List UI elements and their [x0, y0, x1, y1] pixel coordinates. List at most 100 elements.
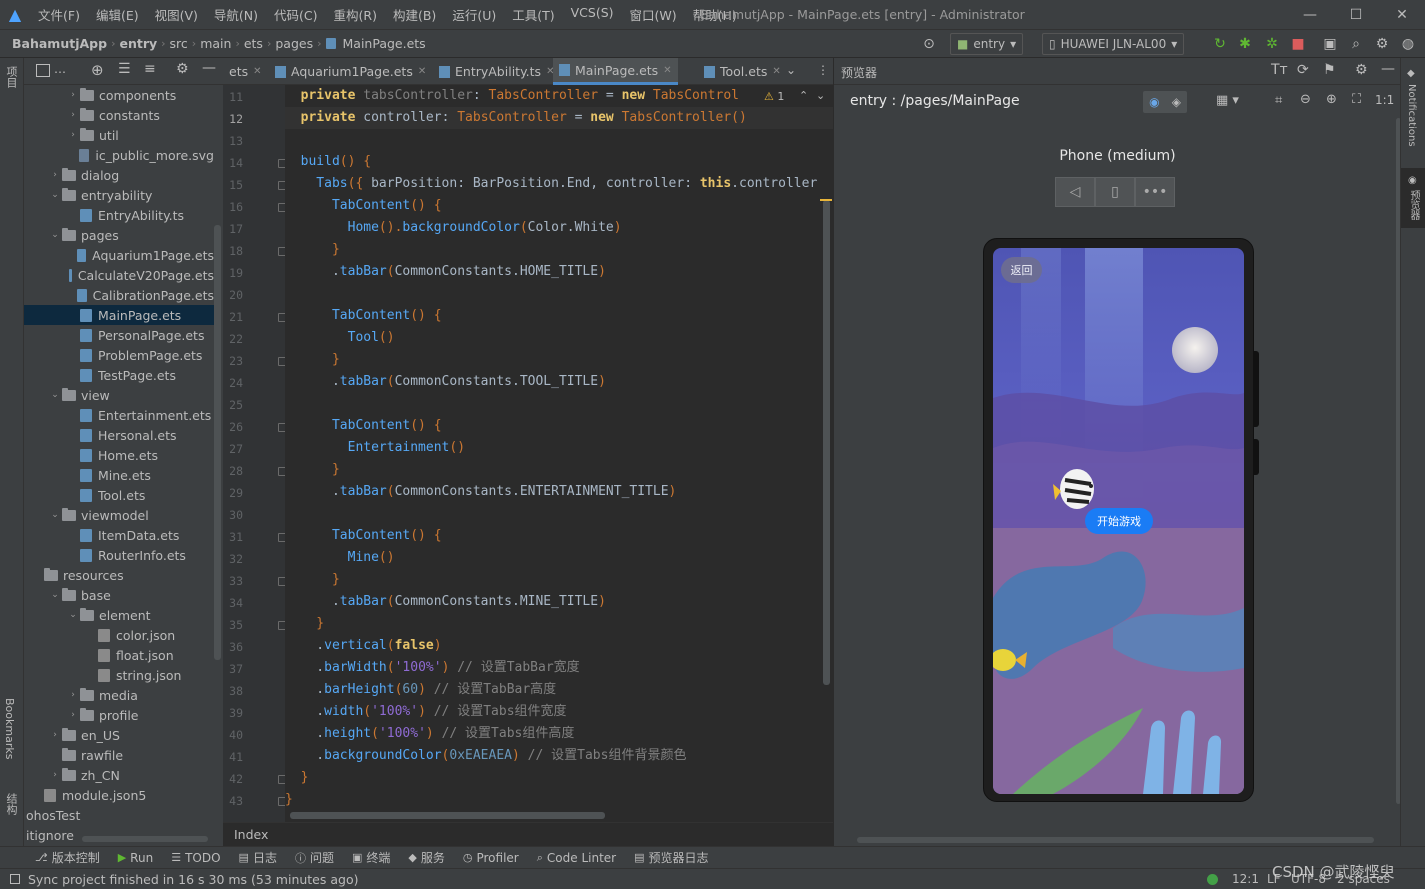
tree-item[interactable]: Mine.ets — [24, 465, 214, 485]
status-message[interactable]: Sync project finished in 16 s 30 ms (53 … — [28, 872, 358, 887]
search-icon[interactable]: ⌕ — [1347, 35, 1365, 53]
tree-item[interactable]: color.json — [24, 625, 214, 645]
debug-icon[interactable]: ✱ — [1236, 35, 1254, 53]
tree-item[interactable]: › profile — [24, 705, 214, 725]
tree-item[interactable]: resources — [24, 565, 214, 585]
menu-item[interactable]: 文件(F) — [30, 5, 88, 24]
breadcrumb-item[interactable]: entry — [115, 36, 161, 51]
tree-item[interactable]: Aquarium1Page.ets — [24, 245, 214, 265]
tab-options-icon[interactable]: ⋮ — [817, 63, 829, 77]
tree-item[interactable]: module.json5 — [24, 785, 214, 805]
tree-item[interactable]: EntryAbility.ts — [24, 205, 214, 225]
zoom-out-icon[interactable]: ⊖ — [1300, 92, 1311, 107]
crop-icon[interactable]: ⌗ — [1275, 93, 1282, 108]
expand-all-icon[interactable]: ☰ — [118, 61, 131, 77]
rotate-icon[interactable]: ▯ — [1095, 177, 1135, 207]
tree-item[interactable]: › media — [24, 685, 214, 705]
menu-item[interactable]: 窗口(W) — [622, 5, 685, 24]
menu-item[interactable]: 工具(T) — [504, 5, 562, 24]
tree-item[interactable]: ⌄ element — [24, 605, 214, 625]
menu-item[interactable]: 构建(B) — [385, 5, 444, 24]
tree-item[interactable]: › zh_CN — [24, 765, 214, 785]
tree-item[interactable]: ⌄ view — [24, 385, 214, 405]
back-triangle-icon[interactable]: ◁ — [1055, 177, 1095, 207]
warning-indicator[interactable]: ⚠ 1 — [764, 90, 784, 103]
tool-window-button[interactable]: ☰ TODO — [162, 851, 229, 865]
device-manager-icon[interactable]: ▣ — [1321, 35, 1339, 53]
breadcrumb-item[interactable]: src — [166, 36, 192, 51]
module-selector[interactable]: ■ entry ▾ — [950, 33, 1024, 55]
project-tool-tab[interactable]: 项目 — [3, 66, 19, 88]
tree-item[interactable]: ⌄ entryability — [24, 185, 214, 205]
more-options-icon[interactable]: ••• — [1135, 177, 1175, 207]
font-size-icon[interactable]: Tт — [1271, 62, 1288, 78]
breadcrumb-item[interactable]: pages — [271, 36, 317, 51]
layout-icon[interactable] — [10, 874, 20, 884]
breadcrumb-item[interactable]: main — [196, 36, 235, 51]
menu-item[interactable]: 编辑(E) — [88, 5, 147, 24]
fit-screen-icon[interactable]: ⛶ — [1352, 92, 1361, 107]
editor-scrollbar[interactable] — [823, 200, 830, 685]
breadcrumb-item[interactable]: MainPage.ets — [339, 36, 430, 51]
tree-item[interactable]: Tool.ets — [24, 485, 214, 505]
refresh-icon[interactable]: ⟳ — [1297, 62, 1309, 78]
menu-item[interactable]: 重构(R) — [326, 5, 385, 24]
previewer-tool-tab[interactable]: 预览器 — [1406, 190, 1421, 220]
tree-item[interactable]: MainPage.ets — [24, 305, 214, 325]
tree-item[interactable]: float.json — [24, 645, 214, 665]
start-game-button[interactable]: 开始游戏 — [1085, 508, 1153, 534]
actual-size-icon[interactable]: 1:1 — [1375, 93, 1394, 107]
tool-window-button[interactable]: ⌕ Code Linter — [528, 851, 625, 865]
editor-tab[interactable]: EntryAbility.ts ✕ — [433, 58, 560, 85]
locate-file-icon[interactable]: ⊕ — [91, 61, 104, 79]
project-view-icon[interactable] — [36, 64, 50, 77]
menu-item[interactable]: 运行(U) — [444, 5, 504, 24]
code-editor[interactable]: private tabsController: TabsController =… — [285, 85, 833, 822]
editor-tab[interactable]: ets ✕ — [223, 58, 268, 85]
editor-tab[interactable]: Aquarium1Page.ets ✕ — [269, 58, 432, 85]
tree-item[interactable]: › dialog — [24, 165, 214, 185]
tree-item[interactable]: ⌄ viewmodel — [24, 505, 214, 525]
close-window-button[interactable]: ✕ — [1379, 0, 1425, 30]
previewer-eye-icon[interactable]: ◉ — [1408, 175, 1417, 186]
editor-tab[interactable]: Tool.ets ✕ — [698, 58, 787, 85]
notifications-tool-tab[interactable]: Notifications — [1406, 84, 1417, 147]
tool-window-button[interactable]: ◆ 服务 — [399, 849, 453, 866]
minimize-button[interactable]: — — [1287, 0, 1333, 30]
menu-item[interactable]: 视图(V) — [147, 5, 206, 24]
close-tab-icon[interactable]: ✕ — [253, 66, 261, 77]
target-icon[interactable]: ⊙ — [920, 35, 938, 53]
editor-hscrollbar[interactable] — [290, 812, 605, 819]
tree-item[interactable]: ⌄ base — [24, 585, 214, 605]
tree-item[interactable]: › constants — [24, 105, 214, 125]
tool-window-button[interactable]: ⎇ 版本控制 — [26, 849, 109, 866]
tool-window-button[interactable]: ⓘ 问题 — [286, 849, 343, 866]
tree-item[interactable]: CalibrationPage.ets — [24, 285, 214, 305]
tree-item[interactable]: ic_public_more.svg — [24, 145, 214, 165]
structure-tool-tab[interactable]: 结构 — [3, 793, 19, 815]
tree-item[interactable]: › components — [24, 85, 214, 105]
more-icon[interactable]: … — [54, 62, 66, 76]
bookmarks-tool-tab[interactable]: Bookmarks — [3, 698, 16, 759]
notifications-bell-icon[interactable]: ◆ — [1407, 68, 1415, 79]
tree-item[interactable]: PersonalPage.ets — [24, 325, 214, 345]
next-warning-icon[interactable]: ⌄ — [816, 89, 825, 102]
tree-item[interactable]: TestPage.ets — [24, 365, 214, 385]
tool-window-button[interactable]: ▣ 终端 — [343, 849, 399, 866]
tree-item[interactable]: itignore — [24, 825, 214, 845]
project-hscrollbar[interactable] — [82, 836, 208, 842]
caret-position[interactable]: 12:1 — [1232, 872, 1259, 886]
panel-settings-icon[interactable]: ⚙ — [176, 61, 189, 77]
breadcrumb-item[interactable]: BahamutjApp — [8, 36, 111, 51]
tree-item[interactable]: rawfile — [24, 745, 214, 765]
tool-window-button[interactable]: ▤ 日志 — [230, 849, 286, 866]
tree-item[interactable]: RouterInfo.ets — [24, 545, 214, 565]
rerun-icon[interactable]: ↻ — [1211, 35, 1229, 53]
zoom-in-icon[interactable]: ⊕ — [1326, 92, 1337, 107]
tab-list-chevron-icon[interactable]: ⌄ — [786, 63, 796, 77]
tree-item[interactable]: Entertainment.ets — [24, 405, 214, 425]
stop-icon[interactable]: ■ — [1289, 35, 1307, 53]
inspector-icon[interactable]: ⚑ — [1323, 62, 1336, 78]
view-mode-toggle[interactable]: ◉ ◈ — [1143, 91, 1187, 113]
tree-item[interactable]: ⌄ pages — [24, 225, 214, 245]
